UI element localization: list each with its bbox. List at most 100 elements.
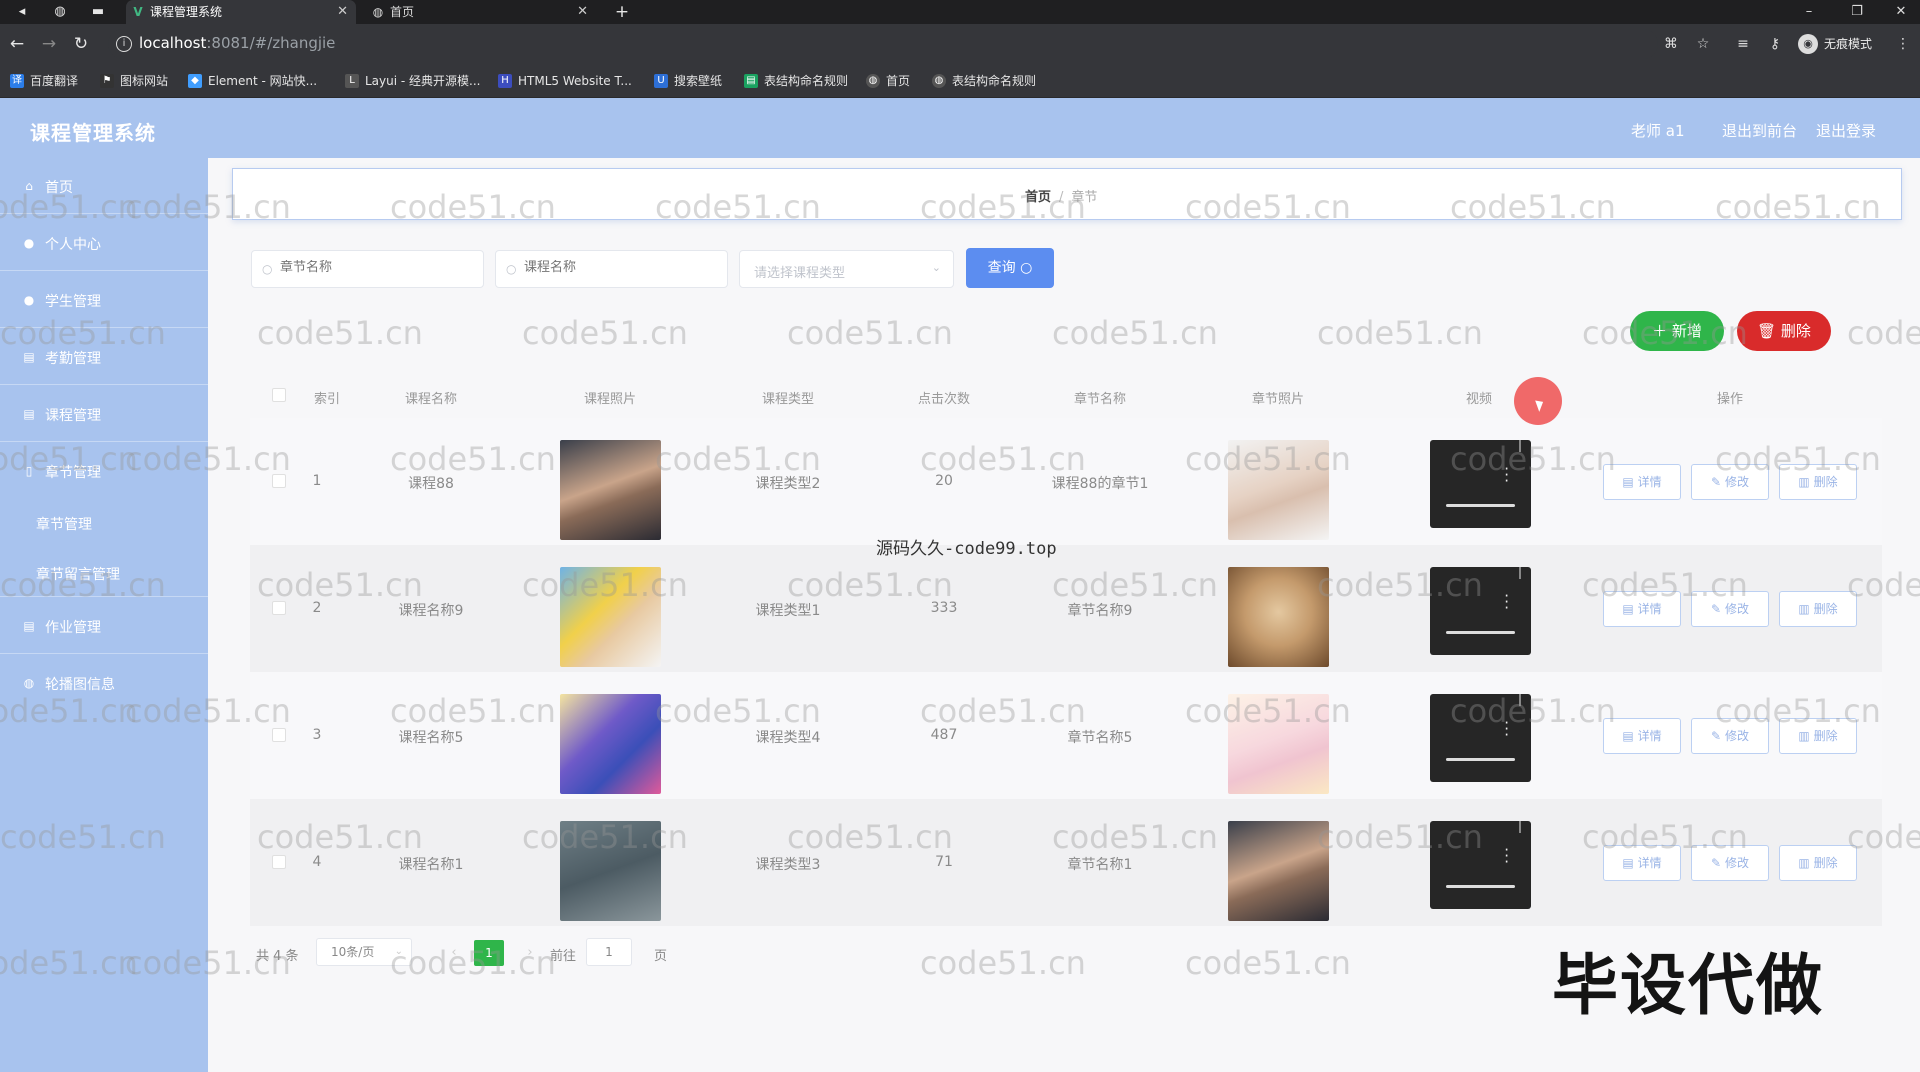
sidebar-item-chapters[interactable]: ▯ 章节管理	[0, 443, 208, 499]
table-row[interactable]: 3 课程名称5 课程类型4 487 章节名称5 · · · ▤ 详情 ✎ 修改 ▥ …	[250, 672, 1882, 799]
detail-button[interactable]: ▤ 详情	[1603, 718, 1681, 754]
minimize-icon[interactable]: –	[1790, 0, 1828, 24]
info-icon[interactable]: i	[116, 36, 132, 52]
tab-title: 课程管理系统	[150, 5, 223, 19]
delete-button[interactable]: ▥ 删除	[1779, 591, 1857, 627]
sidebar-item-courses[interactable]: ▤ 课程管理	[0, 386, 208, 442]
back-to-front-link[interactable]: 退出到前台	[1722, 120, 1797, 141]
trash-icon: ▥	[1798, 602, 1810, 616]
edit-button[interactable]: ✎ 修改	[1691, 718, 1769, 754]
sidebar-item-label: 个人中心	[45, 237, 101, 253]
sidebar-item-carousel[interactable]: ◍ 轮播图信息	[0, 655, 208, 711]
video-progress[interactable]	[1446, 504, 1515, 507]
close-icon[interactable]: ✕	[577, 0, 588, 24]
course-name-search[interactable]: ○	[495, 250, 728, 288]
goto-prefix: 前往	[550, 949, 577, 964]
translate-icon[interactable]: ⌘	[1662, 35, 1680, 53]
video-player[interactable]: · · ·	[1430, 694, 1531, 782]
profile-incognito[interactable]: ◉ 无痕模式	[1798, 33, 1872, 55]
url-text: localhost:8081/#/zhangjie	[139, 34, 335, 52]
forward-icon[interactable]: →	[38, 33, 60, 55]
course-type-select[interactable]: 请选择课程类型 ⌄	[739, 250, 954, 288]
prev-page-icon[interactable]: ‹	[444, 943, 464, 963]
reading-list-icon[interactable]: ≡	[1734, 35, 1752, 53]
row-checkbox[interactable]	[272, 601, 286, 615]
edit-button[interactable]: ✎ 修改	[1691, 845, 1769, 881]
row-checkbox[interactable]	[272, 728, 286, 742]
row-checkbox[interactable]	[272, 474, 286, 488]
url-host: localhost	[139, 34, 207, 52]
bookmark-naming-rules[interactable]: ▤ 表结构命名规则	[744, 73, 848, 89]
sidebar-item-attendance[interactable]: ▤ 考勤管理	[0, 329, 208, 385]
table-row[interactable]: 2 课程名称9 课程类型1 333 章节名称9 · · · ▤ 详情 ✎ 修改 ▥ …	[250, 545, 1882, 672]
page-number-current[interactable]: 1	[474, 940, 504, 966]
sidebar-item-students[interactable]: ● 学生管理	[0, 272, 208, 328]
audio-icon[interactable]: ◂	[12, 3, 32, 21]
video-player[interactable]: · · ·	[1430, 440, 1531, 528]
new-tab-icon[interactable]: +	[612, 3, 632, 21]
query-button[interactable]: 查询 ○	[966, 248, 1054, 288]
column-header: 索引	[313, 392, 341, 407]
sidebar-item-label: 首页	[45, 180, 73, 196]
goto-page-input[interactable]: 1	[586, 938, 632, 966]
bookmark-naming-rules-2[interactable]: ◍ 表结构命名规则	[932, 73, 1036, 89]
close-window-icon[interactable]: ✕	[1882, 0, 1920, 24]
bookmark-html5[interactable]: H HTML5 Website T...	[498, 73, 632, 89]
bookmark-baidu-translate[interactable]: 译百度翻译	[10, 73, 78, 89]
breadcrumb-home[interactable]: 首页	[1025, 190, 1051, 205]
video-progress[interactable]	[1446, 758, 1515, 761]
star-icon[interactable]: ☆	[1694, 35, 1712, 53]
close-icon[interactable]: ✕	[337, 0, 348, 24]
edit-button[interactable]: ✎ 修改	[1691, 464, 1769, 500]
sidebar-subitem-chapter-manage[interactable]: 章节管理	[0, 497, 208, 547]
edit-button[interactable]: ✎ 修改	[1691, 591, 1769, 627]
next-page-icon[interactable]: ›	[520, 943, 540, 963]
detail-button[interactable]: ▤ 详情	[1603, 591, 1681, 627]
bookmark-label: 首页	[886, 74, 911, 88]
row-checkbox[interactable]	[272, 855, 286, 869]
more-vertical-icon[interactable]: · · ·	[1504, 589, 1509, 616]
select-all-checkbox[interactable]	[272, 388, 286, 402]
detail-button[interactable]: ▤ 详情	[1603, 464, 1681, 500]
table-row[interactable]: 4 课程名称1 课程类型3 71 章节名称1 · · · ▤ 详情 ✎ 修改 ▥ 删…	[250, 799, 1882, 926]
back-icon[interactable]: ←	[6, 33, 28, 55]
delete-button[interactable]: ▥ 删除	[1779, 718, 1857, 754]
key-icon[interactable]: ⚷	[1766, 35, 1784, 53]
video-progress[interactable]	[1446, 631, 1515, 634]
page-size-select[interactable]: 10条/页 ⌄	[316, 938, 412, 966]
bookmark-element[interactable]: ◆ Element - 网站快...	[188, 73, 317, 89]
more-vertical-icon[interactable]: · · ·	[1504, 843, 1509, 870]
reload-icon[interactable]: ↻	[70, 33, 92, 55]
tab-home[interactable]: ◍ 首页 ✕	[366, 0, 596, 24]
bookmark-wallpaper[interactable]: U 搜索壁纸	[654, 73, 722, 89]
video-player[interactable]: · · ·	[1430, 567, 1531, 655]
more-vertical-icon[interactable]: · · ·	[1504, 462, 1509, 489]
restore-icon[interactable]: ❐	[1838, 0, 1876, 24]
course-name-input[interactable]	[524, 260, 704, 275]
batch-delete-button[interactable]: 🗑 删除	[1737, 311, 1831, 351]
tab-course-system[interactable]: V 课程管理系统 ✕	[126, 0, 356, 24]
menu-icon[interactable]: ⋮	[1894, 35, 1912, 53]
sidebar-item-homework[interactable]: ▤ 作业管理	[0, 598, 208, 654]
sidebar-subitem-chapter-comments[interactable]: 章节留言管理	[0, 547, 208, 597]
delete-button[interactable]: ▥ 删除	[1779, 845, 1857, 881]
bookmark-home[interactable]: ◍ 首页	[866, 73, 910, 89]
more-vertical-icon[interactable]: · · ·	[1504, 716, 1509, 743]
bookmark-layui[interactable]: L Layui - 经典开源模...	[345, 73, 480, 89]
bookmark-icon-site[interactable]: ⚑ 图标网站	[100, 73, 168, 89]
add-button[interactable]: ＋ 新增	[1630, 311, 1724, 351]
delete-button[interactable]: ▥ 删除	[1779, 464, 1857, 500]
chapter-name-input[interactable]	[280, 260, 460, 275]
window-icon[interactable]: ▬	[88, 3, 108, 21]
detail-button[interactable]: ▤ 详情	[1603, 845, 1681, 881]
table-row[interactable]: 1 课程88 课程类型2 20 课程88的章节1 · · · ▤ 详情 ✎ 修改 ▥…	[250, 418, 1882, 545]
url-field[interactable]: i localhost:8081/#/zhangjie	[108, 29, 1658, 59]
sidebar-item-home[interactable]: ⌂ 首页	[0, 158, 208, 214]
chapter-name-search[interactable]: ○	[251, 250, 484, 288]
video-player[interactable]: · · ·	[1430, 821, 1531, 909]
globe-icon[interactable]: ◍	[50, 3, 70, 21]
sidebar-item-profile[interactable]: ● 个人中心	[0, 215, 208, 271]
logout-link[interactable]: 退出登录	[1816, 120, 1876, 141]
video-progress[interactable]	[1446, 885, 1515, 888]
chapter-photo	[1228, 567, 1329, 667]
